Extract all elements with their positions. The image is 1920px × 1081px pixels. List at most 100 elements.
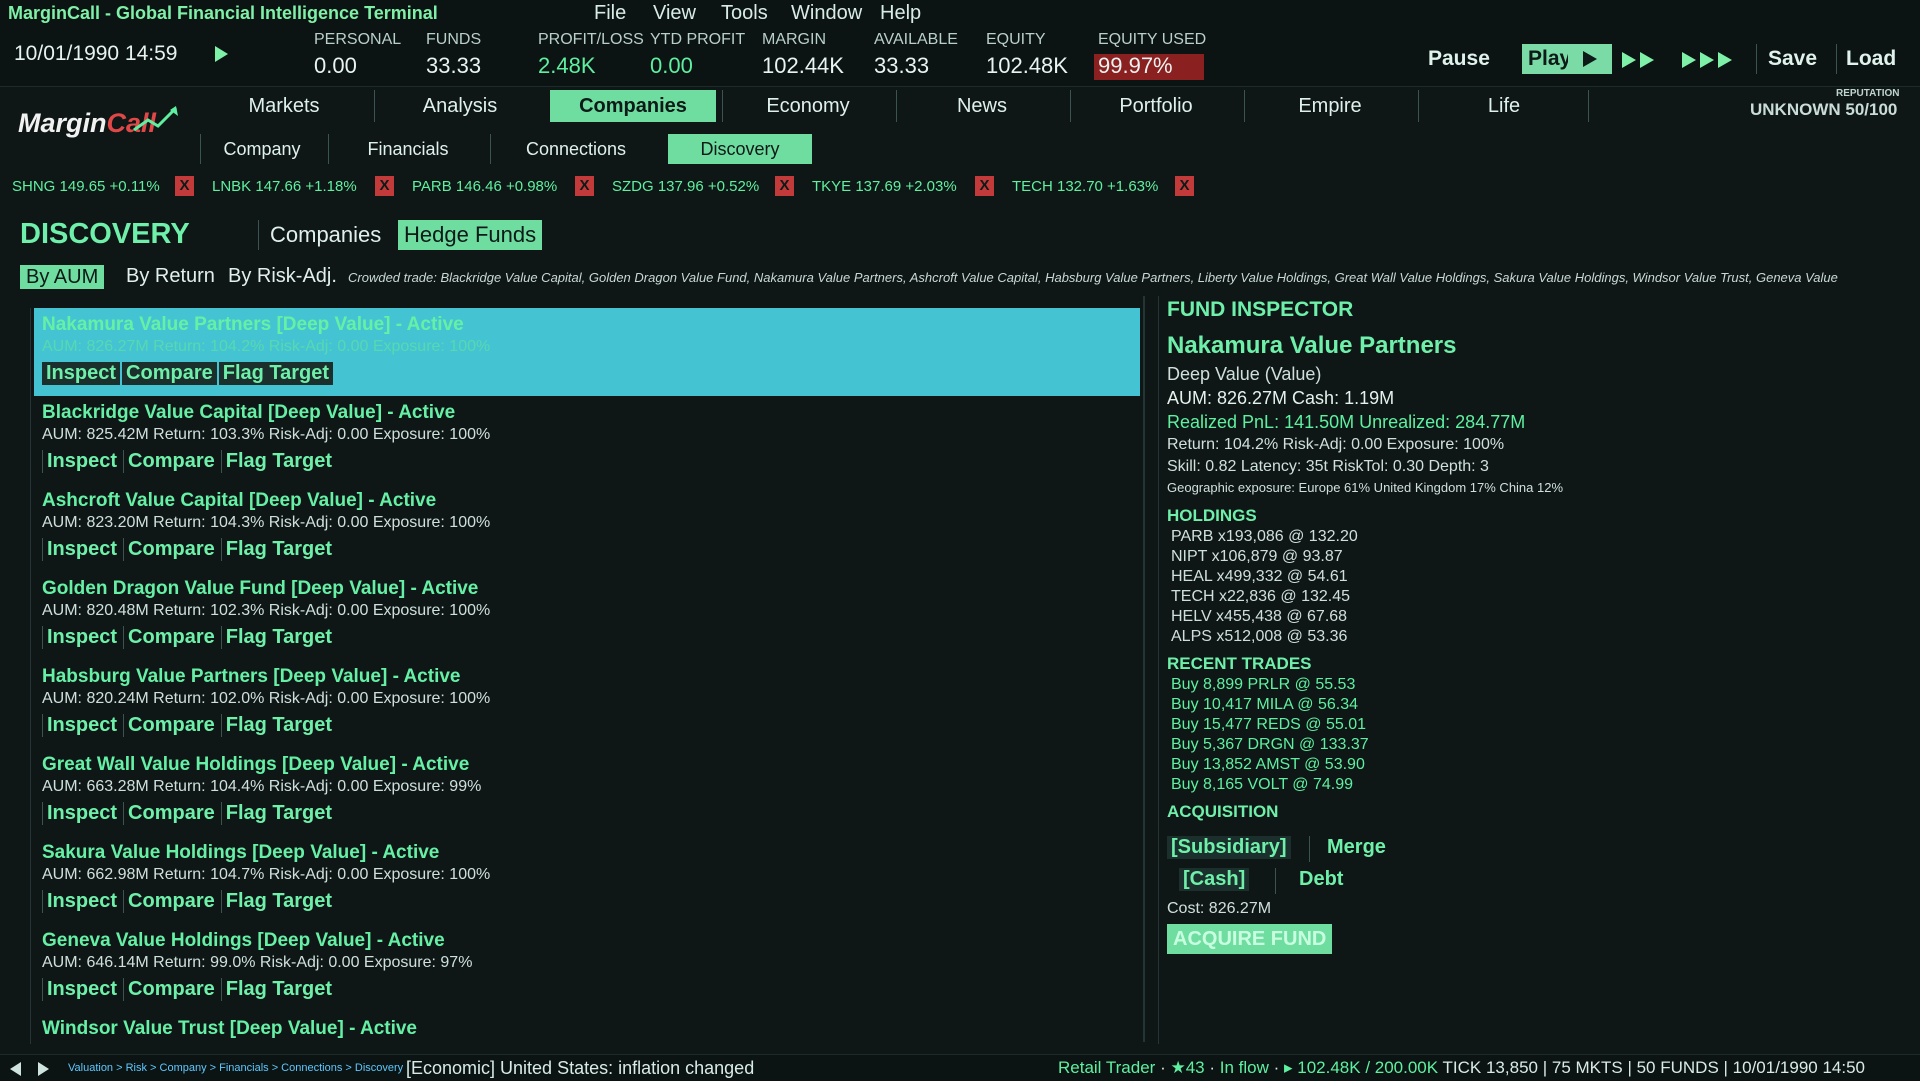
- fund-name[interactable]: Ashcroft Value Capital [Deep Value] - Ac…: [42, 490, 436, 512]
- acq-debt-option[interactable]: Debt: [1299, 868, 1343, 891]
- tab-analysis[interactable]: Analysis: [380, 90, 540, 122]
- compare-button[interactable]: Compare: [123, 626, 219, 649]
- flag-target-button[interactable]: Flag Target: [218, 362, 334, 385]
- flag-target-button[interactable]: Flag Target: [220, 978, 336, 1001]
- flag-target-button[interactable]: Flag Target: [220, 802, 336, 825]
- fast-forward-icon: [1682, 52, 1696, 68]
- fund-row[interactable]: Sakura Value Holdings [Deep Value] - Act…: [34, 836, 1140, 924]
- acq-cash-option[interactable]: [Cash]: [1179, 868, 1250, 891]
- fund-name[interactable]: Sakura Value Holdings [Deep Value] - Act…: [42, 842, 439, 864]
- compare-button[interactable]: Compare: [123, 714, 219, 737]
- compare-button[interactable]: Compare: [123, 890, 219, 913]
- inspect-button[interactable]: Inspect: [42, 890, 121, 913]
- divider: [896, 90, 897, 122]
- compare-button[interactable]: Compare: [123, 538, 219, 561]
- save-button[interactable]: Save: [1762, 44, 1823, 74]
- nav-forward-icon[interactable]: [38, 1062, 49, 1076]
- sort-by-aum-button[interactable]: By AUM: [20, 265, 105, 289]
- menu-tools[interactable]: Tools: [721, 2, 768, 25]
- breadcrumb[interactable]: Valuation > Risk > Company > Financials …: [68, 1062, 403, 1074]
- flag-target-button[interactable]: Flag Target: [220, 450, 336, 473]
- fund-name[interactable]: Geneva Value Holdings [Deep Value] - Act…: [42, 930, 445, 952]
- speed-3-button[interactable]: [1682, 52, 1732, 73]
- compare-button[interactable]: Compare: [123, 802, 219, 825]
- tab-companies[interactable]: Companies: [550, 90, 716, 122]
- fund-row[interactable]: Golden Dragon Value Fund [Deep Value] - …: [34, 572, 1140, 660]
- inspect-button[interactable]: Inspect: [42, 626, 121, 649]
- fund-name[interactable]: Nakamura Value Partners [Deep Value] - A…: [42, 314, 464, 336]
- ticker-remove-szdg[interactable]: X: [775, 176, 794, 196]
- ticker-remove-tech[interactable]: X: [1175, 176, 1194, 196]
- fund-name[interactable]: Windsor Value Trust [Deep Value] - Activ…: [42, 1018, 417, 1040]
- fund-name[interactable]: Habsburg Value Partners [Deep Value] - A…: [42, 666, 461, 688]
- speed-2-button[interactable]: [1622, 52, 1654, 73]
- divider: [490, 134, 491, 164]
- ticker-item-lnbk[interactable]: LNBK 147.66 +1.18%: [212, 178, 357, 195]
- inspect-button[interactable]: Inspect: [42, 538, 121, 561]
- acq-subsidiary-option[interactable]: [Subsidiary]: [1167, 836, 1291, 859]
- fund-row-selected[interactable]: Nakamura Value Partners [Deep Value] - A…: [34, 308, 1140, 396]
- ticker-remove-tkye[interactable]: X: [975, 176, 994, 196]
- nav-back-icon[interactable]: [10, 1062, 21, 1076]
- menu-file[interactable]: File: [594, 2, 626, 25]
- menu-help[interactable]: Help: [880, 2, 921, 25]
- flag-target-button[interactable]: Flag Target: [220, 714, 336, 737]
- sort-by-return-button[interactable]: By Return: [126, 265, 215, 288]
- inspect-button[interactable]: Inspect: [42, 714, 121, 737]
- ticker-remove-lnbk[interactable]: X: [375, 176, 394, 196]
- subtab-financials[interactable]: Financials: [340, 134, 476, 164]
- sort-by-risk-adj-button[interactable]: By Risk-Adj.: [228, 265, 337, 288]
- inspect-button[interactable]: Inspect: [42, 978, 121, 1001]
- fund-name[interactable]: Golden Dragon Value Fund [Deep Value] - …: [42, 578, 478, 600]
- acq-merge-option[interactable]: Merge: [1327, 836, 1386, 859]
- compare-button[interactable]: Compare: [123, 978, 219, 1001]
- menu-window[interactable]: Window: [791, 2, 862, 25]
- fund-row[interactable]: Ashcroft Value Capital [Deep Value] - Ac…: [34, 484, 1140, 572]
- crowded-trade-note: Crowded trade: Blackridge Value Capital,…: [348, 270, 1838, 285]
- tab-markets[interactable]: Markets: [204, 90, 364, 122]
- tab-empire[interactable]: Empire: [1250, 90, 1410, 122]
- tab-life[interactable]: Life: [1424, 90, 1584, 122]
- fund-name[interactable]: Blackridge Value Capital [Deep Value] - …: [42, 402, 455, 424]
- fund-row[interactable]: Geneva Value Holdings [Deep Value] - Act…: [34, 924, 1140, 1012]
- inspect-button[interactable]: Inspect: [42, 802, 121, 825]
- ticker-remove-parb[interactable]: X: [575, 176, 594, 196]
- ticker-item-tkye[interactable]: TKYE 137.69 +2.03%: [812, 178, 957, 195]
- ticker-item-tech[interactable]: TECH 132.70 +1.63%: [1012, 178, 1158, 195]
- subtab-company[interactable]: Company: [206, 134, 318, 164]
- ticker-item-shng[interactable]: SHNG 149.65 +0.11%: [12, 178, 160, 195]
- inspect-button[interactable]: Inspect: [42, 450, 121, 473]
- fund-row[interactable]: Great Wall Value Holdings [Deep Value] -…: [34, 748, 1140, 836]
- fund-name[interactable]: Great Wall Value Holdings [Deep Value] -…: [42, 754, 469, 776]
- compare-button[interactable]: Compare: [122, 362, 217, 385]
- discovery-hedge-funds-tab[interactable]: Hedge Funds: [398, 220, 543, 250]
- ticker-item-parb[interactable]: PARB 146.46 +0.98%: [412, 178, 557, 195]
- acquire-fund-button[interactable]: ACQUIRE FUND: [1167, 924, 1333, 954]
- flag-target-button[interactable]: Flag Target: [220, 626, 336, 649]
- tab-portfolio[interactable]: Portfolio: [1076, 90, 1236, 122]
- ticker-item-szdg[interactable]: SZDG 137.96 +0.52%: [612, 178, 759, 195]
- flag-target-button[interactable]: Flag Target: [220, 890, 336, 913]
- load-button[interactable]: Load: [1840, 44, 1902, 74]
- trade-row: Buy 5,367 DRGN @ 133.37: [1171, 736, 1369, 753]
- compare-button[interactable]: Compare: [123, 450, 219, 473]
- fund-row[interactable]: Habsburg Value Partners [Deep Value] - A…: [34, 660, 1140, 748]
- inspect-button[interactable]: Inspect: [42, 362, 121, 385]
- divider: [1756, 44, 1757, 74]
- ticker-remove-shng[interactable]: X: [175, 176, 194, 196]
- speed-1-button[interactable]: [1568, 44, 1612, 74]
- tab-news[interactable]: News: [902, 90, 1062, 122]
- tab-economy[interactable]: Economy: [728, 90, 888, 122]
- subtab-discovery[interactable]: Discovery: [668, 134, 812, 164]
- menu-view[interactable]: View: [653, 2, 696, 25]
- fund-actions: Inspect Compare Flag Target: [42, 538, 338, 561]
- flag-target-button[interactable]: Flag Target: [220, 538, 336, 561]
- play-icon[interactable]: [215, 46, 228, 62]
- discovery-companies-tab[interactable]: Companies: [262, 222, 389, 248]
- panel-divider: [1143, 296, 1145, 1042]
- subtab-connections[interactable]: Connections: [502, 134, 650, 164]
- stars-count: ★43: [1170, 1058, 1205, 1077]
- fund-row[interactable]: Windsor Value Trust [Deep Value] - Activ…: [34, 1012, 1140, 1044]
- fund-row[interactable]: Blackridge Value Capital [Deep Value] - …: [34, 396, 1140, 484]
- pause-button[interactable]: Pause: [1422, 44, 1496, 74]
